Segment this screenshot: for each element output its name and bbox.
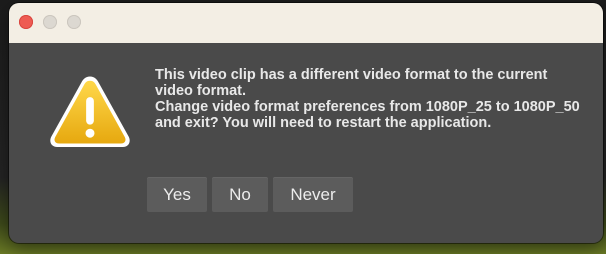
- dialog-buttons: Yes No Never: [147, 177, 353, 212]
- yes-button[interactable]: Yes: [147, 177, 207, 212]
- minimize-window-button[interactable]: [43, 15, 57, 29]
- zoom-window-button[interactable]: [67, 15, 81, 29]
- message-line-2: Change video format preferences from 108…: [155, 99, 580, 131]
- dialog-window: This video clip has a different video fo…: [9, 3, 603, 243]
- never-button[interactable]: Never: [273, 177, 353, 212]
- dialog-message: This video clip has a different video fo…: [155, 67, 585, 131]
- warning-icon: [50, 76, 130, 147]
- close-window-button[interactable]: [19, 15, 33, 29]
- message-line-1: This video clip has a different video fo…: [155, 67, 548, 99]
- no-button[interactable]: No: [212, 177, 268, 212]
- title-bar[interactable]: [9, 3, 603, 43]
